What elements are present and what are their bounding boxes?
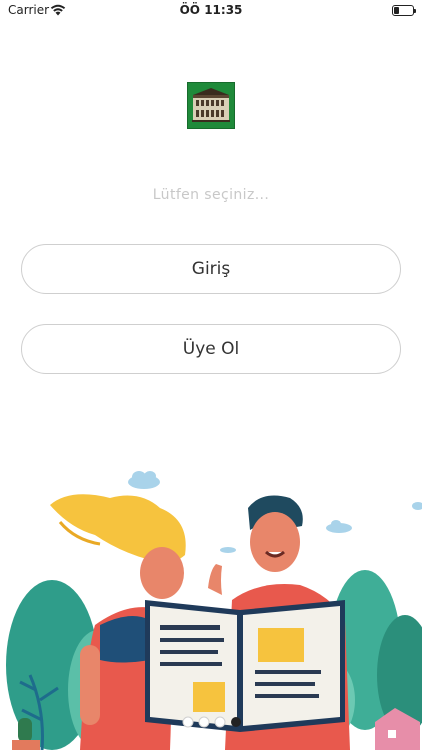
clock: ÖÖ 11:35 [179, 3, 243, 17]
login-button[interactable]: Giriş [21, 244, 401, 294]
building-logo-icon [188, 83, 234, 128]
signup-button-label: Üye Ol [182, 339, 240, 359]
selection-prompt: Lütfen seçiniz... [152, 187, 270, 203]
signup-button[interactable]: Üye Ol [21, 324, 401, 374]
people-reading-newspaper-illustration [6, 471, 422, 750]
status-bar: Carrier ÖÖ 11:35 [0, 0, 422, 22]
app-logo [187, 82, 235, 129]
battery-level [394, 7, 399, 14]
login-button-label: Giriş [191, 259, 231, 279]
battery-icon [392, 5, 416, 16]
